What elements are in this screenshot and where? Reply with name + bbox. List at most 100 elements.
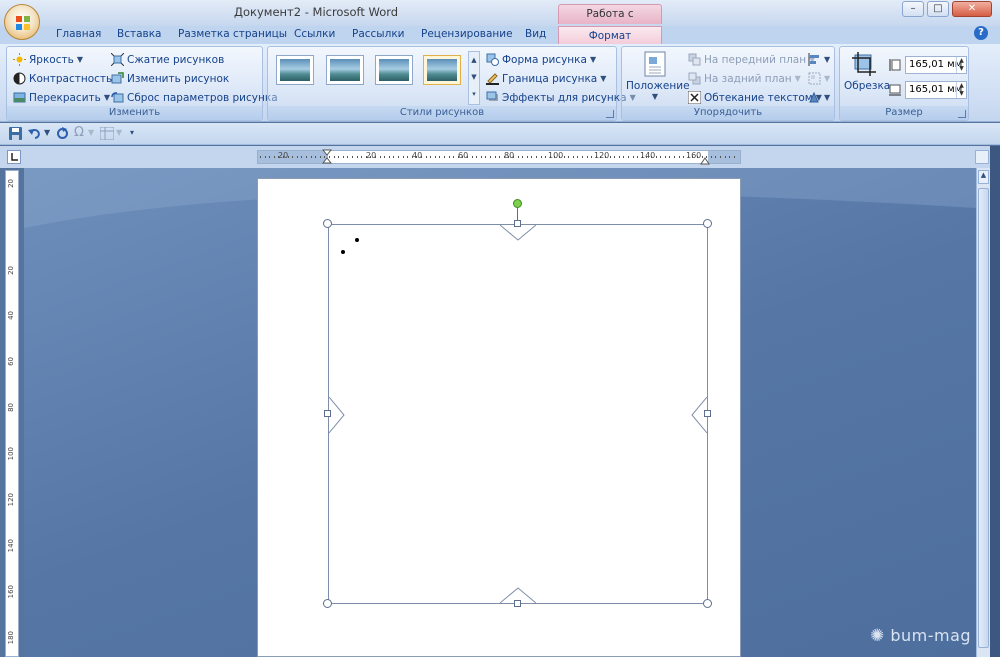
resize-handle-top-right[interactable]: [703, 219, 712, 228]
save-icon[interactable]: [9, 127, 22, 140]
maximize-button[interactable]: □: [927, 1, 949, 17]
send-to-back-button[interactable]: На задний план ▼: [688, 72, 801, 85]
gear-watermark-icon: ✺: [870, 626, 885, 646]
picture-style-3[interactable]: [375, 55, 413, 85]
dropdown-arrow-icon: ▼: [600, 74, 607, 83]
align-button[interactable]: ▼: [808, 53, 830, 66]
dropdown-arrow-icon[interactable]: ▼: [88, 128, 94, 137]
crop-button[interactable]: Обрезка: [844, 51, 890, 107]
style-preview: [280, 59, 310, 81]
symbol-icon[interactable]: Ω: [74, 125, 84, 140]
picture-shape-button[interactable]: Форма рисунка ▼: [486, 53, 596, 66]
picture-style-4[interactable]: [423, 55, 461, 85]
ruler-tick: [664, 156, 666, 158]
tab-insert[interactable]: Вставка: [117, 28, 162, 40]
ruler-tick: [306, 156, 307, 158]
contrast-icon: [13, 72, 26, 85]
width-icon: [889, 84, 901, 96]
v-tick-label: 160: [7, 585, 15, 599]
tab-format[interactable]: Формат: [558, 26, 662, 46]
ruler-tick: [499, 156, 501, 158]
resize-handle-top[interactable]: [514, 220, 521, 227]
picture-dot: [355, 238, 359, 242]
ruler-tick: [678, 156, 680, 158]
first-line-indent-icon[interactable]: [322, 149, 332, 165]
ribbon: Яркость▼ Контрастность▼ Перекрасить▼ Сжа…: [0, 44, 1000, 122]
tab-view[interactable]: Вид: [525, 28, 546, 40]
resize-handle-bottom-right[interactable]: [703, 599, 712, 608]
dialog-launcher-icon[interactable]: [606, 110, 614, 118]
dialog-launcher-icon[interactable]: [958, 110, 966, 118]
view-ruler-toggle[interactable]: [975, 150, 989, 164]
dropdown-arrow-icon: ▼: [103, 93, 110, 102]
h-tick-label: 120: [594, 151, 610, 160]
height-input[interactable]: 165,01 мм ▲ ▼: [905, 56, 967, 74]
tab-home[interactable]: Главная: [56, 28, 101, 40]
recolor-icon: [13, 92, 26, 103]
dropdown-arrow-icon[interactable]: ▼: [44, 128, 50, 137]
ruler-tick: [333, 156, 335, 158]
office-button[interactable]: [4, 4, 40, 40]
tab-selector-icon[interactable]: [7, 150, 21, 164]
h-tick-label: 20: [278, 151, 289, 160]
right-indent-icon[interactable]: [700, 155, 710, 165]
ruler-tick: [591, 156, 593, 158]
horizontal-ruler[interactable]: 20 20 40 60 80 100 120 140 160: [257, 149, 741, 165]
rotation-handle[interactable]: [513, 199, 522, 208]
rotate-button[interactable]: ▼: [808, 91, 830, 104]
ruler-tick: [471, 156, 473, 158]
ruler-tick: [301, 156, 303, 158]
reset-picture-button[interactable]: Сброс параметров рисунка: [111, 91, 278, 104]
ruler-tick: [637, 156, 639, 158]
ruler-tick: [448, 156, 450, 158]
compress-pictures-button[interactable]: Сжатие рисунков: [111, 53, 224, 66]
redo-icon[interactable]: [56, 127, 69, 140]
picture-effects-button[interactable]: Эффекты для рисунка▼: [486, 91, 636, 104]
width-spinner-icon[interactable]: ▲ ▼: [956, 82, 966, 98]
position-button[interactable]: Положение ▼: [626, 51, 690, 107]
scroll-up-icon[interactable]: ▲: [978, 170, 989, 184]
h-tick-label: 20: [366, 151, 377, 160]
text-wrapping-button[interactable]: Обтекание текстом ▼: [688, 91, 822, 104]
help-icon[interactable]: ?: [974, 26, 988, 40]
resize-handle-top-left[interactable]: [323, 219, 332, 228]
crop-icon: [852, 52, 876, 76]
styles-gallery-scroll[interactable]: ▲ ▼ ▾: [468, 51, 480, 105]
picture-style-2[interactable]: [326, 55, 364, 85]
group-size-label: Размер: [840, 106, 968, 120]
selected-picture[interactable]: [328, 224, 708, 604]
close-button[interactable]: ✕: [952, 1, 992, 17]
vertical-ruler[interactable]: 20 20 40 60 80 100 120 140 160 180: [5, 170, 19, 657]
scroll-thumb[interactable]: [978, 188, 989, 648]
tab-references[interactable]: Ссылки: [294, 28, 335, 40]
bring-to-front-button[interactable]: На передний план ▼: [688, 53, 815, 66]
change-picture-button[interactable]: Изменить рисунок: [111, 72, 229, 85]
recolor-button[interactable]: Перекрасить ▼: [13, 91, 110, 104]
brightness-button[interactable]: Яркость ▼: [13, 53, 83, 66]
resize-handle-left[interactable]: [324, 410, 331, 417]
tab-review[interactable]: Рецензирование: [421, 28, 513, 40]
group-objects-button[interactable]: ▼: [808, 72, 830, 85]
picture-style-1[interactable]: [276, 55, 314, 85]
picture-border-button[interactable]: Граница рисунка ▼: [486, 72, 606, 85]
dropdown-arrow-icon[interactable]: ▼: [116, 128, 122, 137]
ruler-tick: [292, 156, 294, 158]
contrast-button[interactable]: Контрастность▼: [13, 72, 121, 85]
resize-handle-right[interactable]: [704, 410, 711, 417]
picture-tools-context-label: Работа с рисунками: [558, 4, 662, 38]
vertical-scrollbar[interactable]: ▲: [976, 168, 990, 657]
ruler-tick: [623, 156, 625, 158]
change-picture-label: Изменить рисунок: [127, 72, 230, 85]
customize-qat-icon[interactable]: ▾: [130, 128, 134, 137]
table-icon[interactable]: [100, 127, 114, 140]
tab-mailings[interactable]: Рассылки: [352, 28, 404, 40]
tab-page-layout[interactable]: Разметка страницы: [178, 28, 287, 40]
resize-handle-bottom-left[interactable]: [323, 599, 332, 608]
height-spinner-icon[interactable]: ▲ ▼: [956, 57, 966, 73]
width-input[interactable]: 165,01 мм ▲ ▼: [905, 81, 967, 99]
minimize-button[interactable]: –: [902, 1, 924, 17]
resize-handle-bottom[interactable]: [514, 600, 521, 607]
undo-icon[interactable]: [28, 127, 42, 140]
top-notch: [500, 225, 536, 241]
ruler-tick: [388, 156, 390, 158]
